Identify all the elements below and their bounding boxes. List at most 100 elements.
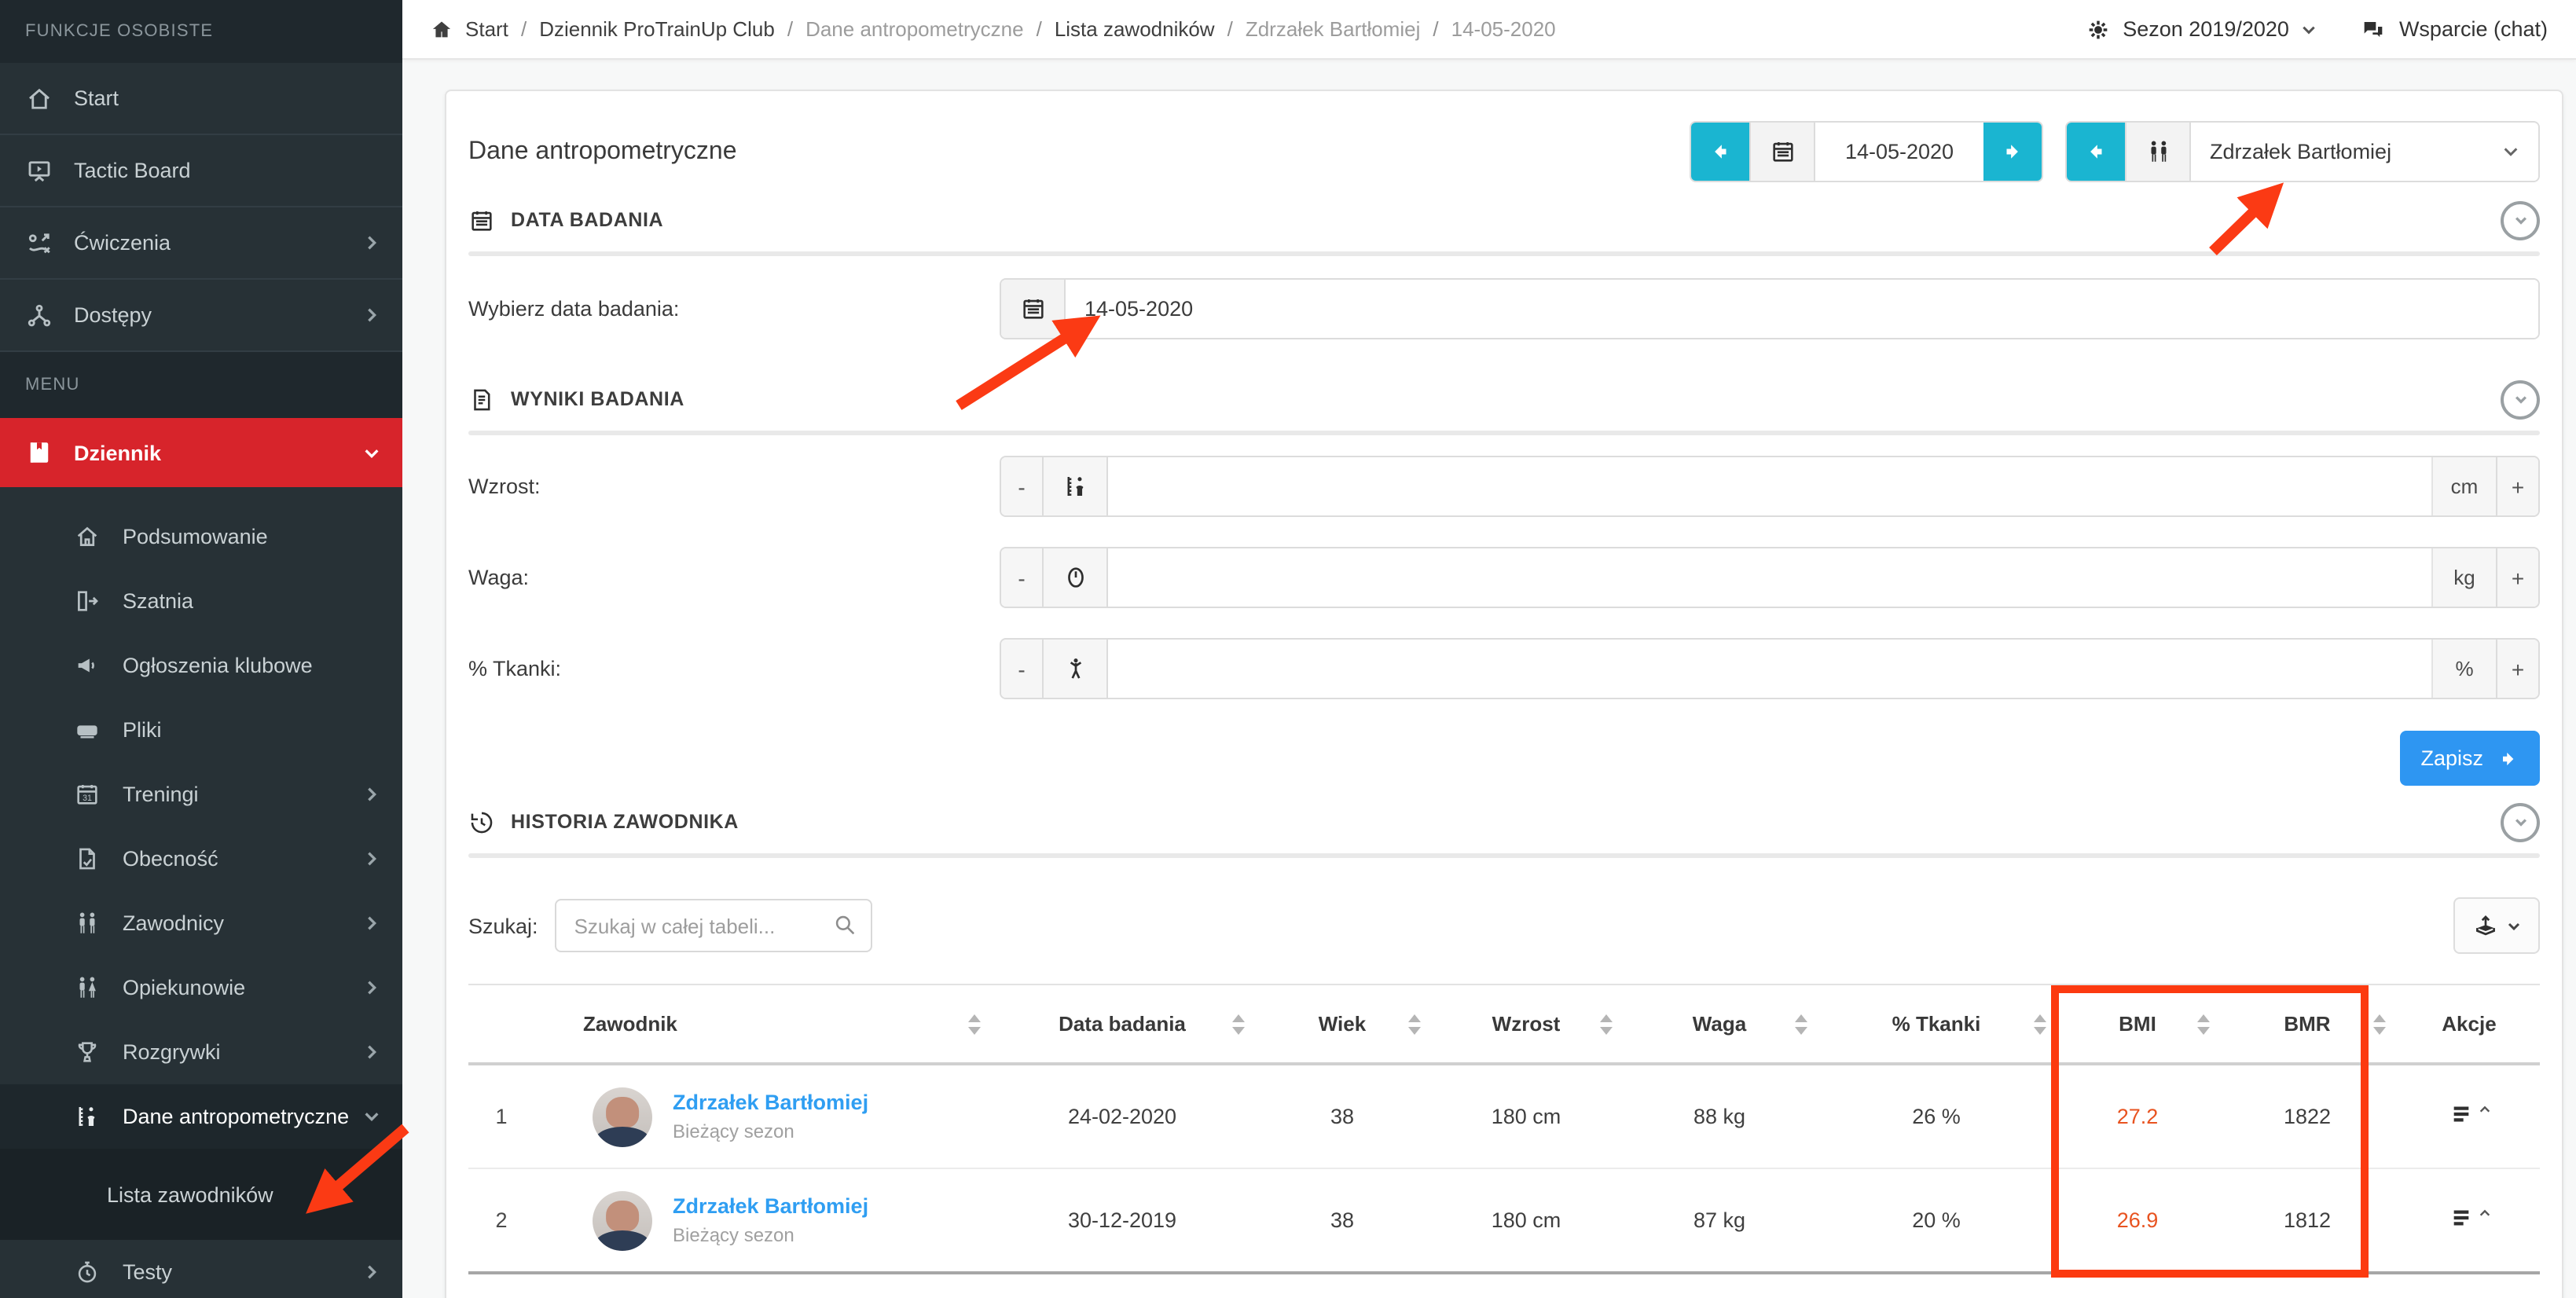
- cell-height: 180 cm: [1430, 1105, 1622, 1128]
- section-wyniki-badania: WYNIKI BADANIA: [468, 382, 2540, 416]
- cell-bmi: 27.2: [2056, 1105, 2219, 1128]
- sort-icon[interactable]: [1232, 1014, 1245, 1034]
- weight-scale-icon: [1044, 548, 1108, 607]
- export-icon: [2472, 912, 2499, 939]
- arrow-right-icon: [2497, 747, 2519, 769]
- increment-button[interactable]: +: [2496, 457, 2538, 515]
- player-navigator: Zdrzałek Bartłomiej: [2065, 121, 2540, 182]
- player-name-link[interactable]: Zdrzałek Bartłomiej: [673, 1191, 868, 1223]
- sidebar-item-rozgrywki[interactable]: Rozgrywki: [0, 1020, 402, 1084]
- home-icon[interactable]: [431, 18, 453, 40]
- sidebar-item-opiekunowie[interactable]: Opiekunowie: [0, 955, 402, 1020]
- sidebar-dane-submenu: Lista zawodników: [0, 1149, 402, 1240]
- sidebar-item-treningi[interactable]: 31 Treningi: [0, 762, 402, 827]
- date-field-row: Wybierz data badania:: [468, 278, 2540, 339]
- row-actions-button[interactable]: [2448, 1102, 2490, 1127]
- main-panel: Dane antropometryczne 14-05-2020: [445, 90, 2563, 1298]
- history-table: Zawodnik Data badania Wiek Wzrost Waga: [468, 984, 2540, 1274]
- chevron-up-icon: [2478, 1207, 2490, 1219]
- height-input[interactable]: [1108, 457, 2431, 515]
- decrement-button[interactable]: -: [1001, 548, 1044, 607]
- breadcrumb-item[interactable]: Zdrzałek Bartłomiej: [1246, 17, 1421, 41]
- current-date-display[interactable]: 14-05-2020: [1815, 123, 1983, 181]
- sidebar-item-start[interactable]: Start: [0, 63, 402, 135]
- megaphone-icon: [74, 652, 101, 679]
- topbar: Start / Dziennik ProTrainUp Club / Dane …: [402, 0, 2576, 60]
- decrement-button[interactable]: -: [1001, 640, 1044, 698]
- player-select[interactable]: Zdrzałek Bartłomiej: [2191, 123, 2538, 181]
- bodyfat-input-group: - % +: [1000, 638, 2540, 699]
- sidebar-item-obecnosc[interactable]: Obecność: [0, 827, 402, 891]
- cell-weight: 87 kg: [1622, 1208, 1817, 1232]
- support-chat-link[interactable]: Wsparcie (chat): [2361, 16, 2548, 42]
- sidebar-item-tactic-board[interactable]: Tactic Board: [0, 135, 402, 207]
- calendar-icon: [1749, 123, 1815, 181]
- collapse-section-icon[interactable]: [2501, 200, 2540, 240]
- cell-height: 180 cm: [1430, 1208, 1622, 1232]
- sort-icon[interactable]: [968, 1014, 981, 1034]
- weight-unit: kg: [2431, 548, 2496, 607]
- bodyfat-input[interactable]: [1108, 640, 2431, 698]
- sort-icon[interactable]: [2034, 1014, 2046, 1034]
- exam-date-input[interactable]: [1066, 280, 2538, 338]
- next-date-button[interactable]: [1983, 123, 2042, 181]
- breadcrumb-item[interactable]: 14-05-2020: [1451, 17, 1556, 41]
- topbar-right: Sezon 2019/2020 Wsparcie (chat): [2085, 16, 2548, 42]
- sidebar-item-dziennik[interactable]: Dziennik: [0, 418, 402, 487]
- sidebar-item-zawodnicy[interactable]: Zawodnicy: [0, 891, 402, 955]
- nav-widgets: 14-05-2020 Zdrzałek Bartłomiej: [1690, 121, 2540, 182]
- sidebar-item-dostepy[interactable]: Dostępy: [0, 280, 402, 352]
- breadcrumb-item[interactable]: Lista zawodników: [1055, 17, 1215, 41]
- cell-weight: 88 kg: [1622, 1105, 1817, 1128]
- sidebar-item-testy[interactable]: Testy: [0, 1240, 402, 1298]
- chevron-right-icon: [363, 915, 380, 932]
- sort-icon[interactable]: [1408, 1014, 1421, 1034]
- increment-button[interactable]: +: [2496, 548, 2538, 607]
- player-cell: Zdrzałek Bartłomiej Bieżący sezon: [534, 1190, 990, 1250]
- breadcrumb-separator: /: [1037, 17, 1042, 41]
- sidebar-item-dane-antropometryczne[interactable]: Dane antropometryczne: [0, 1084, 402, 1149]
- row-actions-button[interactable]: [2448, 1205, 2490, 1230]
- height-input-group: - cm +: [1000, 456, 2540, 517]
- player-avatar-photo[interactable]: [593, 1190, 652, 1250]
- sidebar-item-pliki[interactable]: Pliki: [0, 698, 402, 762]
- season-selector[interactable]: Sezon 2019/2020: [2085, 16, 2317, 42]
- breadcrumb-item[interactable]: Start: [465, 17, 508, 41]
- cell-age: 38: [1254, 1208, 1430, 1232]
- sidebar-item-cwiczenia[interactable]: Ćwiczenia: [0, 207, 402, 280]
- prev-player-button[interactable]: [2067, 123, 2125, 181]
- collapse-section-icon[interactable]: [2501, 802, 2540, 842]
- section-historia: HISTORIA ZAWODNIKA: [468, 805, 2540, 839]
- weight-input[interactable]: [1108, 548, 2431, 607]
- chevron-right-icon: [363, 850, 380, 867]
- sidebar-item-podsumowanie[interactable]: Podsumowanie: [0, 504, 402, 569]
- breadcrumb-item[interactable]: Dane antropometryczne: [805, 17, 1024, 41]
- sidebar-item-szatnia[interactable]: Szatnia: [0, 569, 402, 633]
- sort-icon[interactable]: [2197, 1014, 2210, 1034]
- search-label: Szukaj:: [468, 914, 538, 937]
- player-avatar-photo[interactable]: [593, 1087, 652, 1146]
- cell-actions: [2395, 1102, 2543, 1131]
- height-measure-icon: [74, 1103, 101, 1130]
- sidebar-item-label: Testy: [123, 1260, 363, 1284]
- player-name-link[interactable]: Zdrzałek Bartłomiej: [673, 1087, 868, 1120]
- bodyfat-label: % Tkanki:: [468, 657, 1000, 680]
- sidebar-item-label: Opiekunowie: [123, 976, 363, 999]
- sidebar-item-lista-zawodnikow[interactable]: Lista zawodników: [0, 1149, 295, 1240]
- sidebar-item-ogloszenia[interactable]: Ogłoszenia klubowe: [0, 633, 402, 698]
- breadcrumb-item[interactable]: Dziennik ProTrainUp Club: [539, 17, 775, 41]
- save-button[interactable]: Zapisz: [2400, 731, 2540, 786]
- prev-date-button[interactable]: [1691, 123, 1749, 181]
- increment-button[interactable]: +: [2496, 640, 2538, 698]
- sort-icon[interactable]: [1600, 1014, 1613, 1034]
- sort-icon[interactable]: [1795, 1014, 1807, 1034]
- chevron-down-icon: [363, 1108, 380, 1125]
- home-outline-icon: [74, 523, 101, 550]
- collapse-section-icon[interactable]: [2501, 380, 2540, 419]
- decrement-button[interactable]: -: [1001, 457, 1044, 515]
- sort-icon[interactable]: [2373, 1014, 2386, 1034]
- search-input[interactable]: [556, 899, 873, 952]
- export-button[interactable]: [2453, 897, 2540, 954]
- height-unit: cm: [2431, 457, 2496, 515]
- sidebar-dziennik-submenu: Podsumowanie Szatnia Ogłoszenia klubowe …: [0, 487, 402, 1298]
